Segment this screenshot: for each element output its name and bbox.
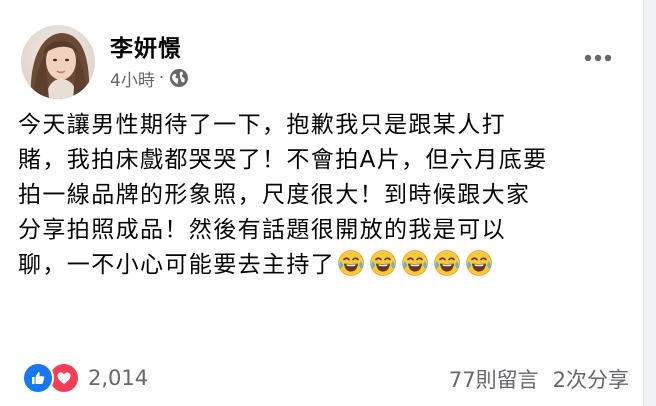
post-text-line: 分享拍照成品！然後有話題很開放的我是可以 [18, 217, 506, 243]
face-with-tears-of-joy-icon [466, 249, 493, 276]
post-timestamp[interactable]: 4小時 [110, 66, 155, 91]
face-with-tears-of-joy-icon [338, 249, 365, 276]
post-meta: 4小時 · [110, 66, 189, 91]
reaction-count: 2,014 [88, 366, 149, 390]
face-with-tears-of-joy-icon [370, 249, 397, 276]
author-name[interactable]: 李妍憬 [110, 29, 182, 63]
scrollbar-track[interactable] [643, 0, 656, 406]
avatar-photo [21, 25, 95, 99]
meta-separator: · [158, 68, 165, 88]
post-text-line-last: 聊，一不小心可能要去主持了 [18, 248, 618, 283]
post-text-line: 今天讓男性期待了一下，抱歉我只是跟某人打 [18, 112, 506, 138]
face-with-tears-of-joy-icon [402, 249, 429, 276]
reactions-summary[interactable]: 2,014 [22, 362, 148, 394]
engagement-stats: 77則留言 2次分享 [449, 364, 629, 394]
facebook-post: 李妍憬 4小時 · 今天讓男性期待了一下，抱歉我只是跟某人打 賭，我拍床戲都哭哭… [0, 0, 643, 406]
post-footer: 2,014 77則留言 2次分享 [0, 350, 643, 400]
more-options-button[interactable] [574, 40, 622, 76]
more-horizontal-icon [584, 54, 612, 62]
comments-count-link[interactable]: 77則留言 [449, 364, 539, 394]
post-text-line: 拍一線品牌的形象照，尺度很大！到時候跟大家 [18, 182, 531, 208]
shares-count-link[interactable]: 2次分享 [553, 364, 629, 394]
like-icon [22, 362, 54, 394]
author-avatar[interactable] [21, 25, 95, 99]
reaction-icons [22, 362, 80, 394]
post-text-line: 聊，一不小心可能要去主持了 [18, 252, 336, 278]
emoji-group [337, 249, 493, 277]
globe-icon[interactable] [169, 68, 189, 88]
face-with-tears-of-joy-icon [434, 249, 461, 276]
post-body-text: 今天讓男性期待了一下，抱歉我只是跟某人打 賭，我拍床戲都哭哭了！不會拍A片，但六… [18, 108, 618, 283]
post-text-line: 賭，我拍床戲都哭哭了！不會拍A片，但六月底要 [18, 147, 548, 173]
